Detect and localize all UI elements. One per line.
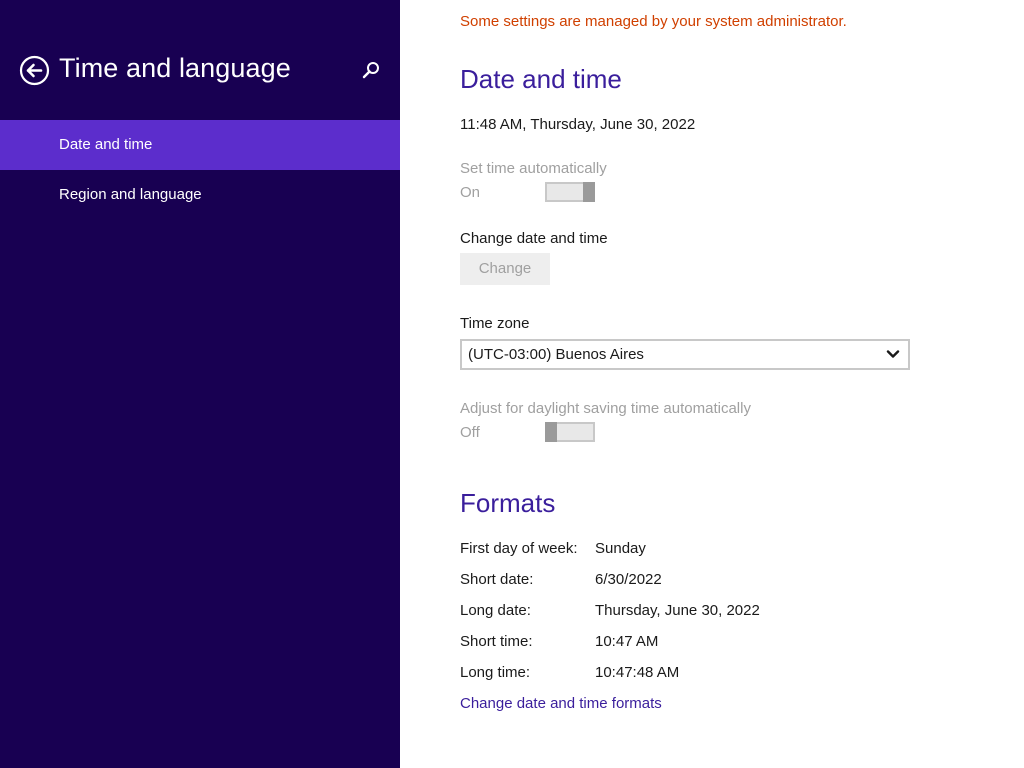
admin-notice: Some settings are managed by your system…	[460, 13, 847, 30]
set-time-automatically-state: On	[460, 184, 481, 201]
page-title: Time and language	[59, 53, 291, 83]
format-value: 10:47 AM	[595, 633, 659, 650]
search-button[interactable]	[360, 60, 382, 82]
format-row-long-date: Long date: Thursday, June 30, 2022	[460, 602, 1020, 622]
main-content: Some settings are managed by your system…	[400, 0, 1024, 768]
current-date-time: 11:48 AM, Thursday, June 30, 2022	[460, 116, 696, 133]
format-key: Short date:	[460, 571, 534, 588]
set-time-automatically-toggle[interactable]	[545, 182, 595, 202]
sidebar-item-date-and-time[interactable]: Date and time	[0, 120, 400, 170]
chevron-down-icon	[886, 350, 900, 358]
search-icon	[362, 62, 379, 79]
format-row-first-day: First day of week: Sunday	[460, 540, 1020, 560]
sidebar-header: Time and language	[0, 0, 400, 120]
change-button[interactable]: Change	[460, 253, 550, 285]
daylight-saving-label: Adjust for daylight saving time automati…	[460, 400, 751, 417]
format-value: 10:47:48 AM	[595, 664, 680, 681]
format-value: Thursday, June 30, 2022	[595, 602, 760, 619]
time-zone-dropdown[interactable]: (UTC-03:00) Buenos Aires	[460, 339, 910, 370]
format-key: First day of week:	[460, 540, 578, 557]
toggle-thumb	[583, 182, 595, 202]
time-zone-label: Time zone	[460, 315, 530, 332]
sidebar-item-region-and-language[interactable]: Region and language	[0, 170, 400, 220]
format-row-long-time: Long time: 10:47:48 AM	[460, 664, 1020, 684]
format-value: 6/30/2022	[595, 571, 662, 588]
format-key: Long time:	[460, 664, 531, 681]
sidebar: Time and language Date and time Region a…	[0, 0, 400, 768]
back-arrow-circle-icon	[19, 55, 50, 86]
format-value: Sunday	[595, 540, 646, 557]
format-key: Short time:	[460, 633, 533, 650]
back-button[interactable]	[19, 55, 50, 86]
set-time-automatically-label: Set time automatically	[460, 160, 607, 177]
format-row-short-date: Short date: 6/30/2022	[460, 571, 1020, 591]
change-formats-link[interactable]: Change date and time formats	[460, 695, 662, 712]
formats-heading: Formats	[460, 488, 556, 518]
format-row-short-time: Short time: 10:47 AM	[460, 633, 1020, 653]
daylight-saving-toggle[interactable]	[545, 422, 595, 442]
sidebar-item-label: Date and time	[59, 136, 153, 153]
sidebar-item-label: Region and language	[59, 186, 202, 203]
toggle-thumb	[545, 422, 557, 442]
format-key: Long date:	[460, 602, 531, 619]
date-and-time-heading: Date and time	[460, 64, 622, 94]
change-date-time-label: Change date and time	[460, 230, 608, 247]
daylight-saving-state: Off	[460, 424, 480, 441]
time-zone-value: (UTC-03:00) Buenos Aires	[468, 346, 644, 363]
